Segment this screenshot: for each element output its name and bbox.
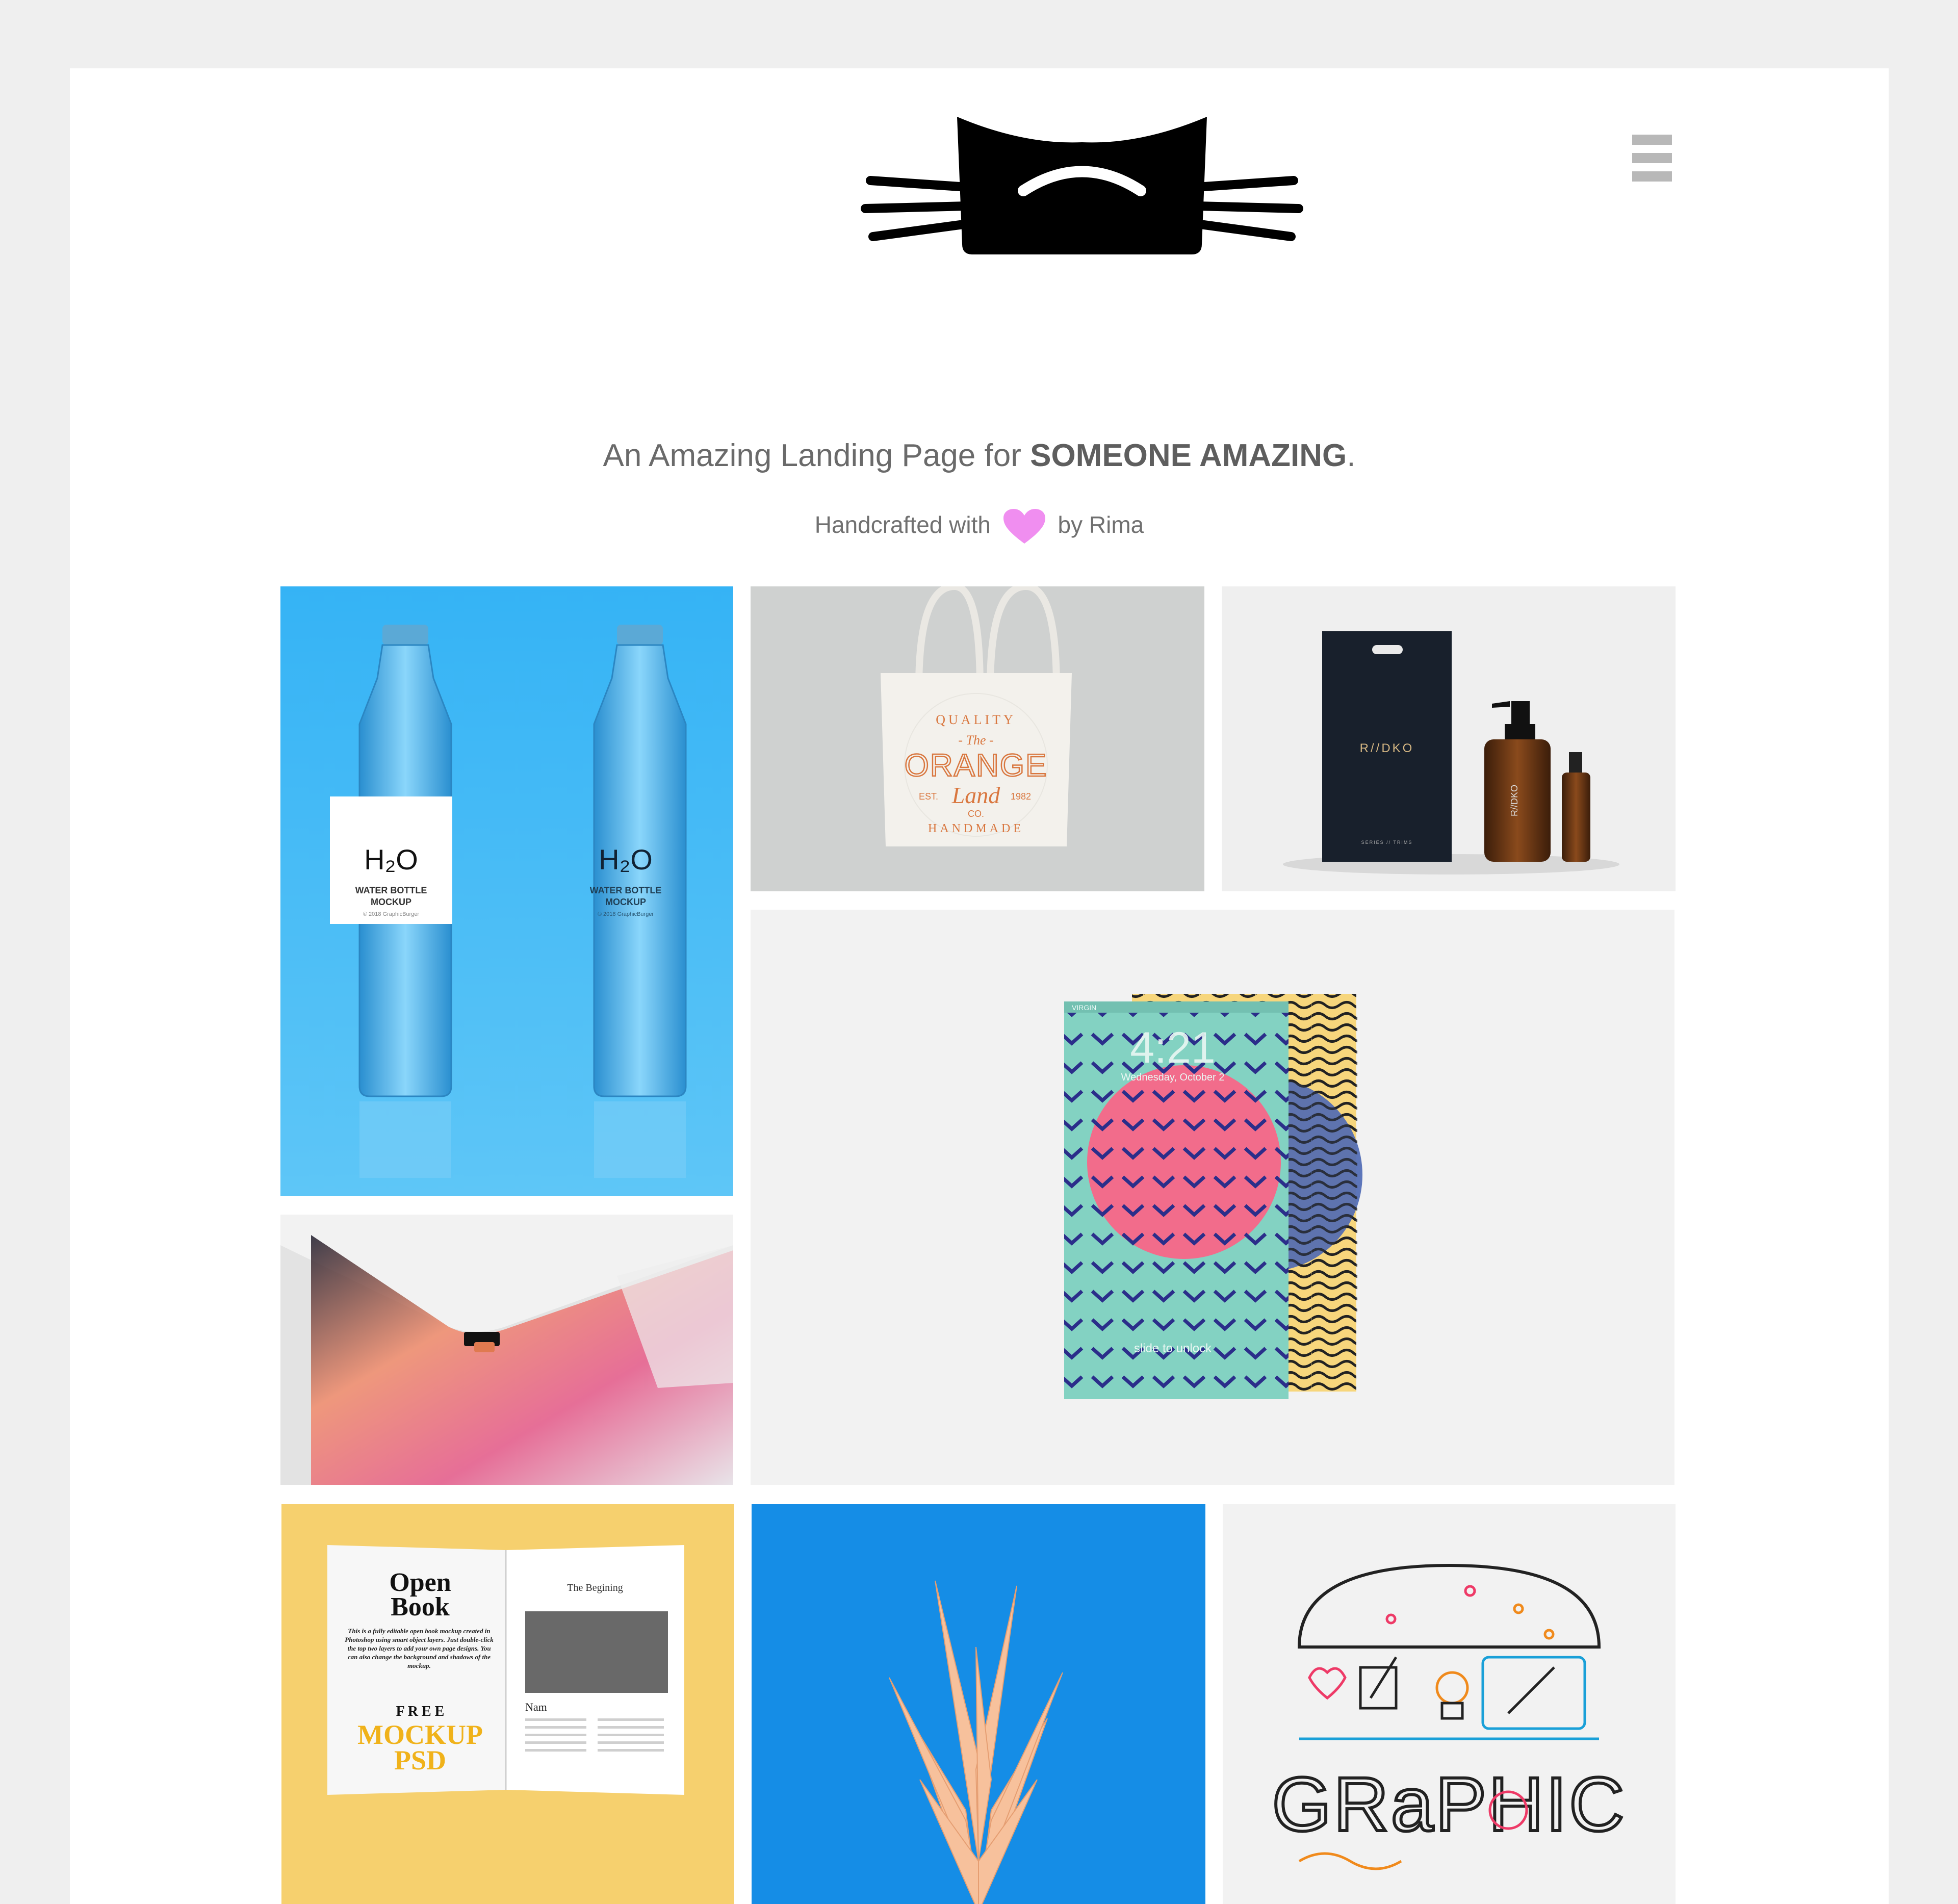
gallery-tile-pineapple[interactable] bbox=[752, 1504, 1205, 1904]
bottle-label-title: H₂O bbox=[364, 843, 418, 876]
gallery-tile-cosmetics[interactable]: R//DKO SERIES // TRIMS R//DKO bbox=[1222, 586, 1676, 891]
book-chapter: The Begining bbox=[567, 1582, 623, 1593]
cosmetics-sub: SERIES // TRIMS bbox=[1361, 840, 1413, 845]
cosmetics-bottle-text: R//DKO bbox=[1509, 785, 1519, 816]
bottle-label-line1: WATER BOTTLE bbox=[355, 885, 427, 895]
tote-brand: ORANGE bbox=[905, 748, 1048, 783]
credit-prefix: Handcrafted with bbox=[814, 511, 991, 538]
gallery-tile-open-book[interactable]: Open Book This is a fully editable open … bbox=[281, 1504, 734, 1904]
phone-carrier: VIRGIN bbox=[1072, 1004, 1096, 1012]
bottle-label-line3: © 2018 GraphicBurger bbox=[363, 911, 420, 917]
tagline-prefix: An Amazing Landing Page for bbox=[603, 438, 1030, 473]
phone-unlock: slide to unlock bbox=[1134, 1342, 1212, 1355]
tagline: An Amazing Landing Page for SOMEONE AMAZ… bbox=[70, 435, 1889, 476]
bottle2-label-line3: © 2018 GraphicBurger bbox=[598, 911, 654, 917]
credit-suffix: by Rima bbox=[1058, 511, 1144, 538]
phone-date: Wednesday, October 2 bbox=[1121, 1072, 1225, 1083]
cat-logo[interactable] bbox=[855, 117, 1309, 265]
gallery-tile-water-bottle[interactable]: H₂O WATER BOTTLE MOCKUP © 2018 GraphicBu… bbox=[280, 586, 733, 1196]
tagline-suffix: . bbox=[1347, 438, 1356, 473]
cosmetics-brand: R//DKO bbox=[1360, 741, 1414, 755]
gallery-tile-phone-wallpapers[interactable]: VIRGIN 4:21 Wednesday, October 2 slide t… bbox=[751, 910, 1674, 1485]
menu-bar bbox=[1632, 153, 1672, 163]
credit-line: Handcrafted with by Rima bbox=[70, 507, 1889, 545]
bottle2-label-line2: MOCKUP bbox=[605, 897, 646, 907]
tote-land: Land bbox=[951, 782, 1001, 808]
gallery-tile-tote-bag[interactable]: QUALITY - The - ORANGE EST. Land 1982 CO… bbox=[751, 586, 1204, 891]
book-body: This is a fully editable open book mocku… bbox=[345, 1627, 494, 1669]
book-name: Nam bbox=[525, 1701, 547, 1713]
book-title2: Book bbox=[391, 1592, 450, 1622]
graphic-word: GRaPHIC bbox=[1272, 1761, 1627, 1847]
phone-time: 4:21 bbox=[1130, 1023, 1215, 1072]
tote-the: - The - bbox=[958, 733, 993, 748]
hamburger-menu-icon[interactable] bbox=[1632, 135, 1672, 182]
book-psd: PSD bbox=[394, 1745, 446, 1776]
tote-bottom-arc: HANDMADE bbox=[928, 822, 1024, 835]
book-free: F R E E bbox=[396, 1704, 445, 1719]
tote-est: EST. bbox=[919, 791, 938, 802]
tote-top-arc: QUALITY bbox=[936, 712, 1016, 727]
tagline-bold: SOMEONE AMAZING bbox=[1030, 438, 1347, 473]
tote-year: 1982 bbox=[1011, 791, 1031, 802]
menu-bar bbox=[1632, 171, 1672, 182]
bottle-label-line2: MOCKUP bbox=[371, 897, 411, 907]
tote-co: CO. bbox=[968, 809, 984, 819]
gallery-tile-graphic-burger[interactable]: GRaPHIC bbox=[1223, 1504, 1676, 1904]
gallery-tile-laptop[interactable] bbox=[280, 1215, 733, 1485]
landing-card: An Amazing Landing Page for SOMEONE AMAZ… bbox=[70, 68, 1889, 1904]
bottle2-label-title: H₂O bbox=[599, 843, 653, 876]
bottle2-label-line1: WATER BOTTLE bbox=[590, 885, 662, 895]
menu-bar bbox=[1632, 135, 1672, 145]
heart-icon bbox=[1003, 508, 1045, 544]
